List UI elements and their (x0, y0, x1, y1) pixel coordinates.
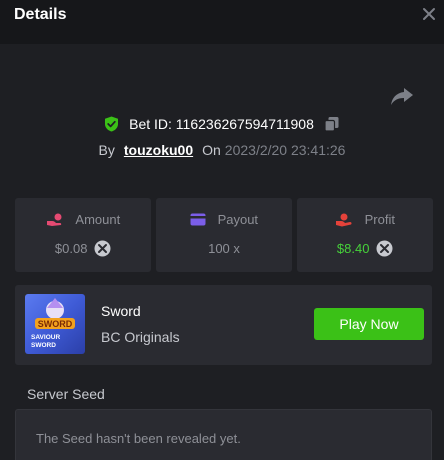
username-link[interactable]: touzoku00 (124, 142, 193, 158)
profit-value: $8.40 (336, 241, 370, 257)
thumbnail-logo-text: SWORD (38, 319, 73, 329)
server-seed-label: Server Seed (27, 386, 105, 402)
game-card: SWORD SAVIOUR SWORD Sword BC Originals P… (15, 285, 432, 365)
bet-author-row: By touzoku00 On 2023/2/20 23:41:26 (0, 142, 444, 164)
payout-value-row: 100 x (156, 240, 292, 256)
amount-header: Amount (15, 211, 151, 227)
bet-timestamp: 2023/2/20 23:41:26 (224, 142, 346, 158)
play-now-button[interactable]: Play Now (314, 308, 424, 340)
thumbnail-title-line2: SWORD (31, 342, 56, 349)
share-icon[interactable] (389, 85, 415, 107)
payout-card-icon (190, 213, 206, 226)
coin-icon (376, 240, 393, 257)
coin-icon (94, 240, 111, 257)
copy-icon[interactable] (324, 116, 340, 132)
amount-box: Amount $0.08 (15, 198, 151, 272)
game-thumbnail[interactable]: SWORD SAVIOUR SWORD (25, 294, 85, 354)
payout-value: 100 x (208, 241, 240, 257)
server-seed-box: The Seed hasn't been revealed yet. (15, 409, 432, 460)
server-seed-message: The Seed hasn't been revealed yet. (36, 431, 241, 446)
payout-header: Payout (156, 211, 292, 227)
on-label: On (202, 142, 221, 158)
amount-value-row: $0.08 (15, 240, 151, 257)
payout-box: Payout 100 x (156, 198, 292, 272)
amount-hand-icon (46, 213, 62, 226)
game-provider: BC Originals (101, 329, 180, 345)
bet-id-row: Bet ID: 116236267594711908 (0, 115, 444, 137)
profit-label: Profit (364, 212, 395, 228)
shield-check-icon (105, 116, 119, 132)
bet-id-label: Bet ID: (129, 116, 172, 133)
profit-box: Profit $8.40 (297, 198, 433, 272)
by-label: By (98, 142, 115, 158)
game-name: Sword (101, 303, 141, 319)
close-icon[interactable] (418, 3, 440, 25)
thumbnail-title-line1: SAVIOUR (31, 334, 60, 341)
profit-header: Profit (297, 211, 433, 227)
payout-label: Payout (217, 212, 259, 228)
bet-id-value: 116236267594711908 (175, 116, 314, 133)
amount-label: Amount (75, 212, 121, 228)
amount-value: $0.08 (54, 241, 88, 257)
profit-value-row: $8.40 (297, 240, 433, 257)
profit-hand-icon (336, 213, 352, 227)
modal-header: Details (0, 0, 444, 44)
modal-title: Details (14, 6, 67, 23)
